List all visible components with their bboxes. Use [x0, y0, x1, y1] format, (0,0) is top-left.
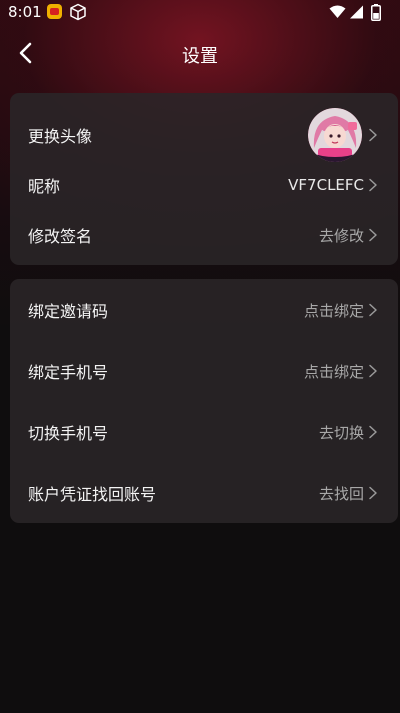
- recover-account-label: 账户凭证找回账号: [28, 485, 157, 504]
- chevron-right-icon: [369, 425, 377, 439]
- nickname-label: 昵称: [28, 177, 61, 196]
- bind-invite-code-row[interactable]: 绑定邀请码 点击绑定: [10, 285, 398, 335]
- edit-signature-row[interactable]: 修改签名 去修改: [10, 210, 398, 260]
- account-settings-card: 绑定邀请码 点击绑定 绑定手机号 点击绑定 切换手机号 去切换 账户凭证找回账号…: [10, 279, 398, 523]
- bind-invite-code-label: 绑定邀请码: [28, 302, 109, 321]
- edit-signature-value: 去修改: [318, 226, 364, 245]
- bind-phone-label: 绑定手机号: [28, 363, 109, 382]
- profile-settings-card: 更换头像 昵称 VF7CLEFC 修改签名 去修改: [10, 93, 398, 265]
- avatar: [308, 108, 362, 162]
- chevron-right-icon: [369, 486, 377, 500]
- status-time: 8:01: [8, 3, 42, 21]
- header: 设置: [0, 30, 400, 76]
- page-title: 设置: [182, 46, 218, 67]
- bind-phone-row[interactable]: 绑定手机号 点击绑定: [10, 346, 398, 396]
- switch-phone-label: 切换手机号: [28, 424, 109, 443]
- switch-phone-row[interactable]: 切换手机号 去切换: [10, 407, 398, 457]
- bind-phone-value: 点击绑定: [303, 362, 364, 381]
- chevron-right-icon: [369, 178, 377, 192]
- change-avatar-label: 更换头像: [28, 127, 93, 146]
- nickname-row[interactable]: 昵称 VF7CLEFC: [10, 160, 398, 210]
- battery-icon: [371, 4, 381, 21]
- nickname-value: VF7CLEFC: [288, 176, 364, 194]
- change-avatar-row[interactable]: 更换头像: [10, 108, 398, 162]
- chevron-right-icon: [369, 364, 377, 378]
- recover-account-row[interactable]: 账户凭证找回账号 去找回: [10, 468, 398, 518]
- bind-invite-code-value: 点击绑定: [303, 301, 364, 320]
- cube-icon: [70, 3, 86, 21]
- avatar-illustration-icon: [308, 108, 362, 162]
- app-notification-icon: [47, 4, 62, 19]
- switch-phone-value: 去切换: [318, 423, 364, 442]
- recover-account-value: 去找回: [318, 484, 364, 503]
- edit-signature-label: 修改签名: [28, 227, 93, 246]
- chevron-right-icon: [369, 228, 377, 242]
- status-bar: 8:01: [0, 0, 400, 24]
- wifi-icon: [329, 5, 346, 18]
- signal-icon: [350, 5, 363, 19]
- chevron-right-icon: [369, 303, 377, 317]
- chevron-right-icon: [369, 128, 377, 142]
